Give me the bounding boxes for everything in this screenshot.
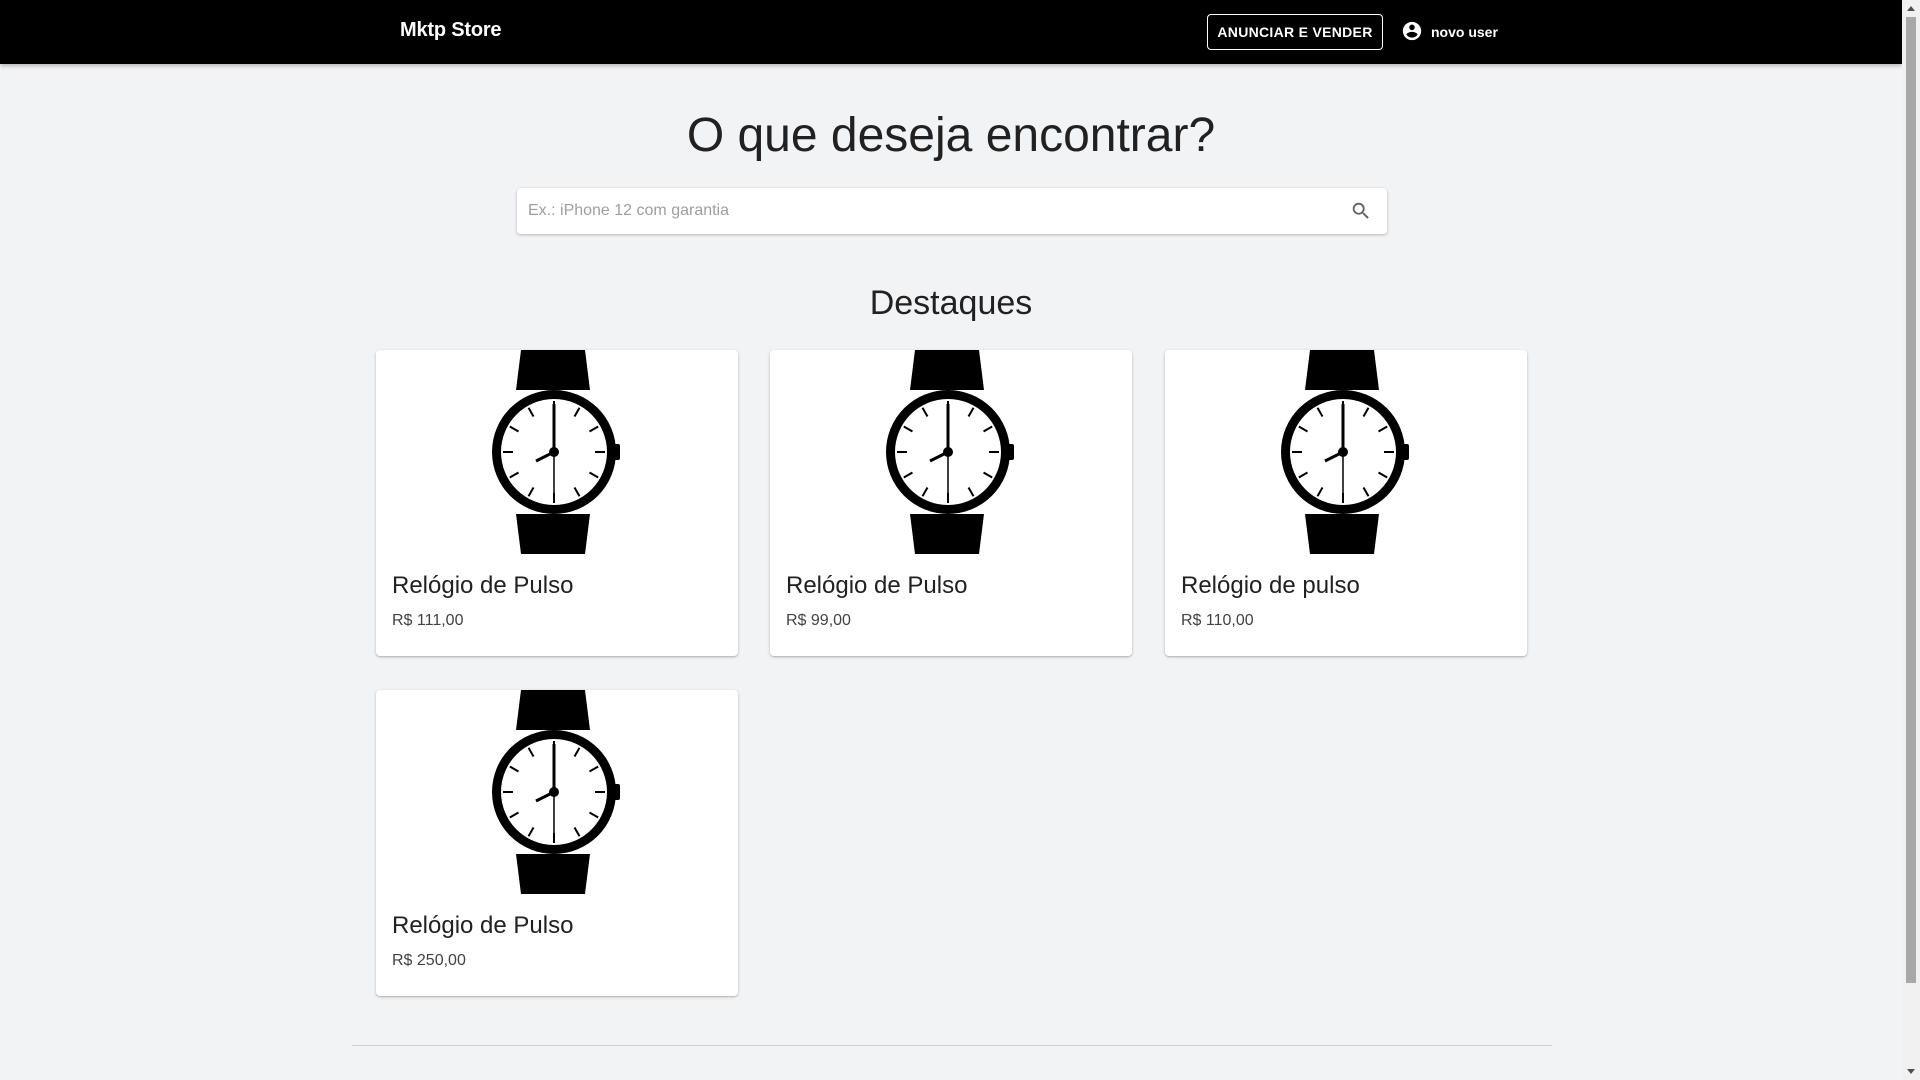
scroll-up-arrow-icon[interactable]: [1902, 0, 1920, 17]
scroll-down-arrow-icon[interactable]: [1902, 1063, 1920, 1080]
product-name: Relógio de Pulso: [392, 912, 574, 939]
footer-divider: [352, 1045, 1552, 1046]
product-price: R$ 250,00: [392, 952, 466, 969]
search-icon[interactable]: [1349, 199, 1373, 223]
product-card[interactable]: Relógio de Pulso R$ 111,00: [376, 350, 738, 656]
product-image: [1165, 350, 1527, 554]
product-name: Relógio de Pulso: [786, 572, 968, 599]
sell-button[interactable]: ANUNCIAR E VENDER: [1207, 14, 1383, 50]
search-input[interactable]: [517, 188, 1337, 234]
featured-title: Destaques: [869, 284, 1033, 322]
product-card[interactable]: Relógio de pulso R$ 110,00: [1165, 350, 1527, 656]
product-name: Relógio de Pulso: [392, 572, 574, 599]
page: Mktp Store ANUNCIAR E VENDER novo user O…: [0, 0, 1920, 1080]
product-image: [770, 350, 1132, 554]
hero-title: O que deseja encontrar?: [686, 109, 1216, 162]
vertical-scrollbar[interactable]: [1902, 0, 1920, 1080]
product-card[interactable]: Relógio de Pulso R$ 250,00: [376, 690, 738, 996]
wristwatch-icon: [490, 690, 624, 894]
product-price: R$ 110,00: [1181, 612, 1254, 629]
product-image: [376, 350, 738, 554]
product-price: R$ 99,00: [786, 612, 851, 629]
top-app-bar: Mktp Store ANUNCIAR E VENDER novo user: [0, 0, 1902, 64]
account-circle-icon: [1401, 20, 1423, 45]
wristwatch-icon: [1279, 350, 1413, 554]
product-card[interactable]: Relógio de Pulso R$ 99,00: [770, 350, 1132, 656]
search-box: [517, 188, 1387, 234]
product-price: R$ 111,00: [392, 612, 464, 629]
brand-logo[interactable]: Mktp Store: [400, 19, 502, 42]
wristwatch-icon: [884, 350, 1018, 554]
scrollbar-thumb[interactable]: [1906, 17, 1916, 983]
wristwatch-icon: [490, 350, 624, 554]
user-name: novo user: [1431, 24, 1498, 40]
user-menu[interactable]: novo user: [1401, 20, 1498, 44]
product-name: Relógio de pulso: [1181, 572, 1360, 599]
product-image: [376, 690, 738, 894]
